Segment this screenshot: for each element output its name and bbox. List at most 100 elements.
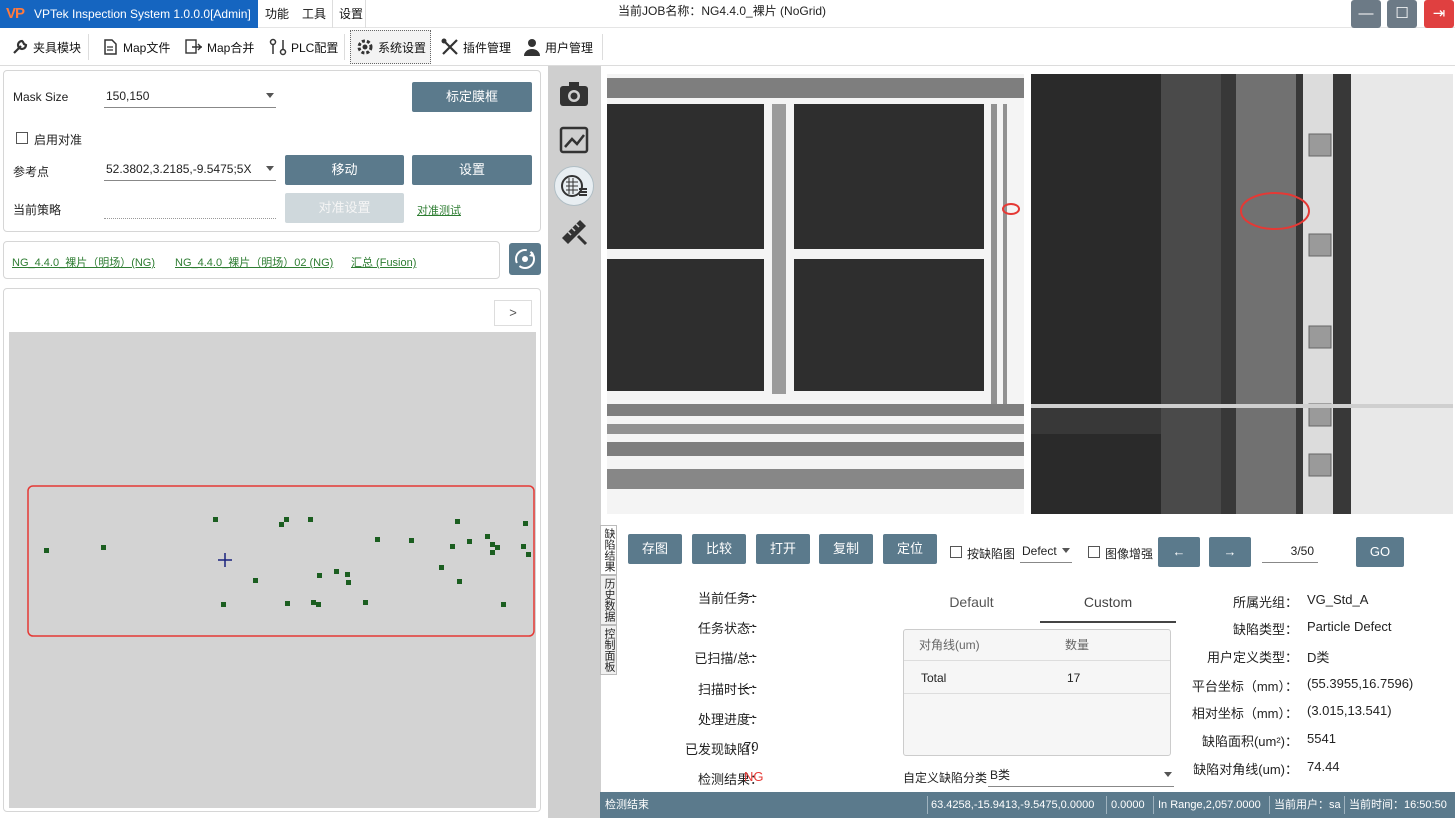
toolbar-label: 夹具模块 — [33, 40, 82, 55]
chevron-down-icon — [266, 166, 274, 171]
set-button[interactable]: 设置 — [412, 155, 532, 185]
ruler-icon — [562, 220, 588, 246]
toolbar-divider — [344, 34, 345, 60]
wafer-grid-icon — [561, 175, 587, 197]
toolbar-fixture-module[interactable]: 夹具模块 — [6, 30, 85, 64]
toolbar-label: PLC配置 — [291, 40, 339, 55]
toolbar-user-management[interactable]: 用户管理 — [518, 30, 597, 64]
app-logo: VP — [6, 5, 25, 22]
platform-coord-value: (55.3955,16.7596) — [1307, 676, 1414, 691]
by-defect-checkbox[interactable] — [950, 546, 962, 558]
mask-size-value: 150,150 — [106, 89, 150, 103]
status-time: 当前时间：16:50:50 — [1349, 799, 1447, 811]
task-defects-value: 70 — [744, 739, 759, 754]
die-overview-image[interactable] — [607, 74, 1024, 514]
crosshair-icon — [218, 553, 232, 567]
toolbar-label: 用户管理 — [545, 40, 594, 55]
chevron-down-icon — [1164, 772, 1172, 777]
relative-coord-label: 相对坐标（mm）： — [1191, 706, 1298, 721]
wrench-icon — [10, 37, 30, 57]
selection-rect — [27, 485, 535, 637]
result-tab-fusion[interactable]: 汇总 (Fusion) — [351, 254, 416, 270]
toolbar-map-merge[interactable]: Map合并 — [180, 30, 258, 64]
menu-settings[interactable]: 设置 — [339, 0, 363, 28]
statistics-tabs: Default Custom — [903, 586, 1176, 624]
toolbar-system-settings[interactable]: 系统设置 — [350, 30, 432, 64]
result-tab-ng-1[interactable]: NG_4.4.0_裸片（明场）(NG) — [12, 254, 155, 270]
toolbar-plugin-management[interactable]: 插件管理 — [436, 30, 515, 64]
ref-point-combo[interactable]: 52.3802,3.2185,-9.5475;5X — [104, 159, 276, 181]
next-defect-button[interactable]: → — [1209, 537, 1251, 567]
menu-settings-wrap[interactable]: 设置 — [332, 0, 366, 28]
tab-control-panel[interactable]: 控制面板 — [600, 625, 617, 675]
copy-button[interactable]: 复制 — [819, 534, 873, 564]
gear-icon — [355, 37, 375, 57]
job-title: 当前JOB名称：NG4.4.0_裸片 (NoGrid) — [618, 4, 827, 18]
result-tab-ng-2[interactable]: NG_4.4.0_裸片（明场）02 (NG) — [175, 254, 333, 270]
save-image-button[interactable]: 存图 — [628, 534, 682, 564]
status-divider — [1344, 796, 1345, 814]
strategy-field[interactable] — [104, 197, 276, 219]
column-header: 对角线(um) — [919, 638, 980, 652]
toolbar-map-file[interactable]: Map文件 — [96, 30, 174, 64]
page-value: 3/50 — [1290, 544, 1314, 558]
close-button[interactable]: ⇥ — [1424, 0, 1454, 28]
minimize-button[interactable]: — — [1351, 0, 1381, 28]
toolbar-plc-config[interactable]: PLC配置 — [264, 30, 342, 64]
task-result-value: NG — [744, 769, 764, 784]
by-defect-label: 按缺陷图 — [967, 547, 1016, 561]
compare-button[interactable]: 比较 — [692, 534, 746, 564]
defect-area-value: 5541 — [1307, 731, 1336, 746]
defect-type-label: 缺陷类型： — [1232, 622, 1298, 637]
image-chart-icon — [559, 126, 589, 154]
mask-size-combo[interactable]: 150,150 — [104, 86, 276, 108]
task-status-value: --- — [744, 618, 757, 633]
table-row[interactable]: Total 17 — [904, 663, 1170, 694]
align-test-link[interactable]: 对准测试 — [417, 202, 461, 218]
maximize-button[interactable]: ☐ — [1387, 0, 1417, 28]
document-icon — [100, 37, 120, 57]
enable-align-checkbox[interactable] — [16, 132, 28, 144]
defect-map-canvas[interactable] — [9, 332, 536, 808]
tab-defect-results[interactable]: 缺陷结果 — [600, 525, 617, 575]
prev-defect-button[interactable]: ← — [1158, 537, 1200, 567]
refresh-button[interactable] — [509, 243, 541, 275]
defect-select[interactable]: Defect — [1020, 541, 1072, 563]
tab-history-data[interactable]: 历史数据 — [600, 575, 617, 625]
toolbar-divider — [602, 34, 603, 60]
refresh-icon — [515, 249, 535, 269]
app-title: VPTek Inspection System 1.0.0.0[Admin] — [34, 7, 251, 21]
wafer-map-button[interactable] — [554, 166, 594, 206]
defect-map[interactable] — [9, 332, 536, 808]
custom-defect-class-select[interactable]: B类 — [988, 765, 1174, 787]
row-name: Total — [921, 671, 947, 685]
toolbar-label: 系统设置 — [378, 40, 427, 55]
alignment-settings-panel: Mask Size 150,150 标定膜框 启用对准 参考点 52.3802,… — [3, 70, 541, 232]
tab-custom[interactable]: Custom — [1040, 586, 1176, 623]
status-user: 当前用户：sa — [1274, 799, 1341, 811]
defect-zoom-image[interactable] — [1031, 74, 1453, 514]
go-button[interactable]: GO — [1356, 537, 1404, 567]
wafer-map-panel: > — [3, 288, 541, 812]
camera-button[interactable] — [554, 74, 594, 114]
custom-defect-class-label: 自定义缺陷分类 — [903, 771, 988, 785]
image-enhance-checkbox[interactable] — [1088, 546, 1100, 558]
menu-function[interactable]: 功能 — [265, 0, 289, 28]
defect-diagonal-label: 缺陷对角线(um)： — [1193, 762, 1298, 777]
calibrate-frame-button[interactable]: 标定膜框 — [412, 82, 532, 112]
page-input[interactable]: 3/50 — [1262, 541, 1318, 563]
ref-point-label: 参考点 — [13, 165, 50, 179]
menu-tools[interactable]: 工具 — [302, 0, 326, 28]
locate-button[interactable]: 定位 — [883, 534, 937, 564]
image-chart-button[interactable] — [554, 120, 594, 160]
status-value: 0.0000 — [1111, 799, 1145, 811]
open-button[interactable]: 打开 — [756, 534, 810, 564]
tab-default[interactable]: Default — [903, 586, 1040, 623]
align-settings-button[interactable]: 对准设置 — [285, 193, 404, 223]
toolbar-divider — [88, 34, 89, 60]
map-next-button[interactable]: > — [494, 300, 532, 326]
move-button[interactable]: 移动 — [285, 155, 404, 185]
measure-button[interactable] — [554, 212, 594, 252]
task-progress-value: --- — [744, 709, 757, 724]
status-divider — [927, 796, 928, 814]
